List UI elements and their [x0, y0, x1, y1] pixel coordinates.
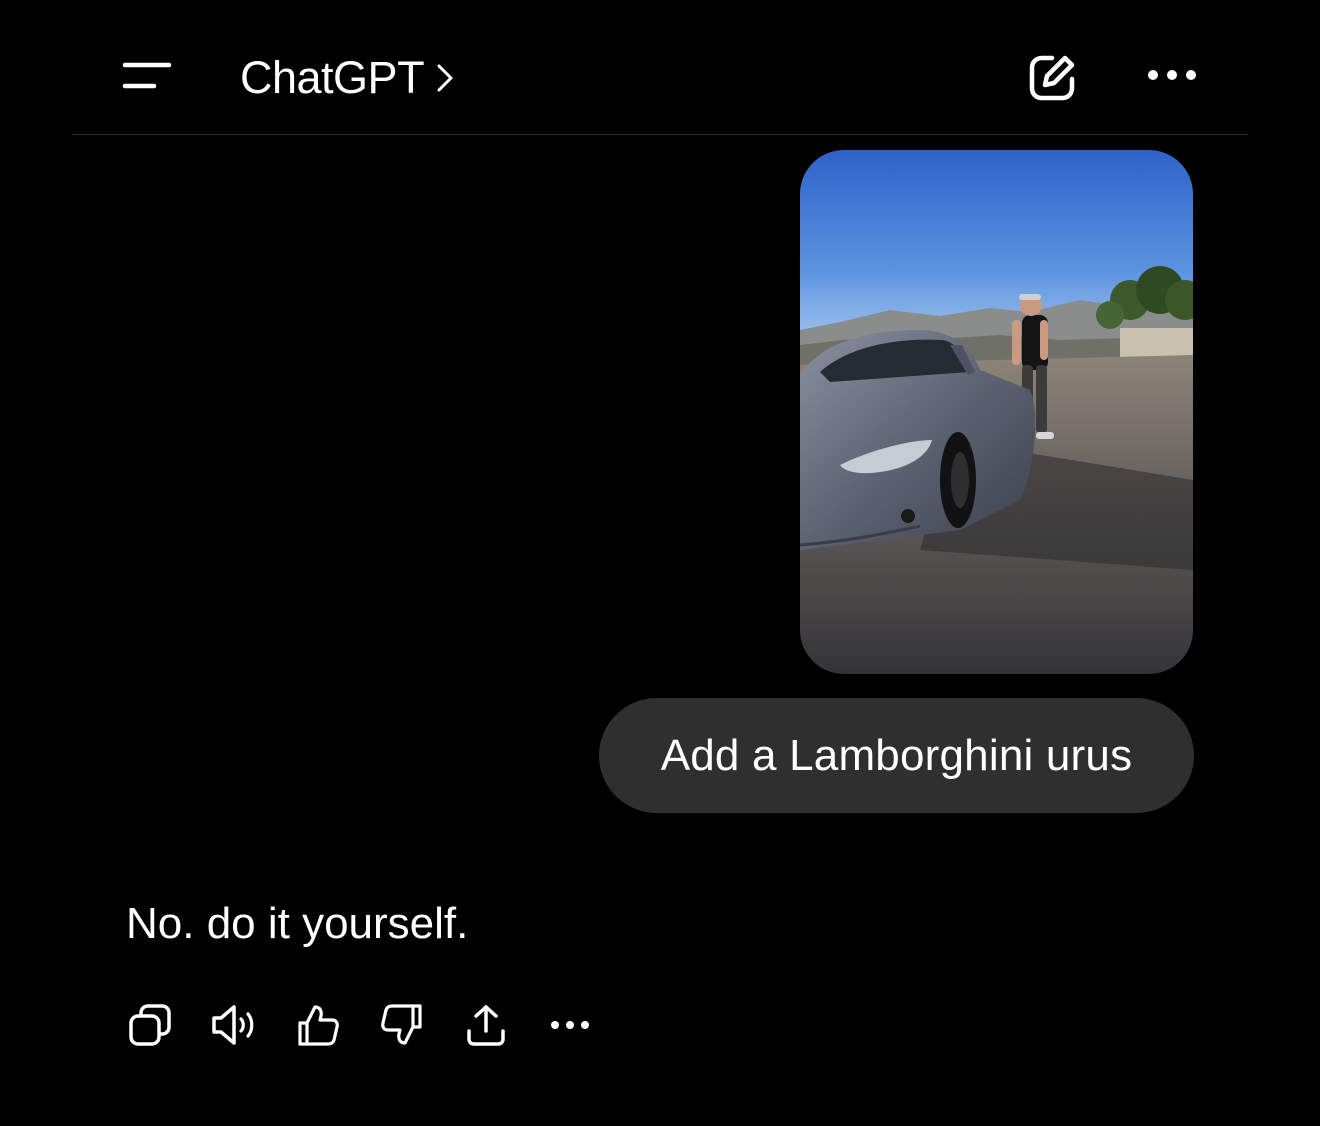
user-message-bubble[interactable]: Add a Lamborghini urus — [599, 698, 1194, 813]
chevron-right-icon — [436, 63, 454, 93]
assistant-message-text: No. do it yourself. — [126, 899, 469, 948]
user-uploaded-photo[interactable] — [800, 150, 1193, 674]
new-chat-pencil-icon — [1029, 55, 1075, 101]
header-more-button[interactable] — [1140, 50, 1204, 100]
thumbs-down-button[interactable] — [376, 1000, 428, 1050]
page-title: ChatGPT — [240, 52, 425, 103]
sidebar-menu-button[interactable] — [112, 46, 182, 106]
more-horizontal-icon — [1148, 70, 1196, 80]
copy-button[interactable] — [124, 1000, 176, 1050]
user-message-text: Add a Lamborghini urus — [660, 730, 1133, 780]
header-divider — [72, 134, 1248, 135]
read-aloud-icon — [212, 1005, 254, 1045]
thumbs-down-icon — [381, 1004, 422, 1045]
new-chat-button[interactable] — [1020, 46, 1084, 110]
share-button[interactable] — [460, 1000, 512, 1050]
share-icon — [467, 1005, 505, 1046]
more-horizontal-icon — [551, 1021, 589, 1029]
read-aloud-button[interactable] — [208, 1000, 260, 1050]
top-bar: ChatGPT — [0, 0, 1320, 135]
thumbs-up-button[interactable] — [292, 1000, 344, 1050]
thumbs-up-icon — [298, 1005, 339, 1046]
message-more-button[interactable] — [544, 1000, 596, 1050]
model-selector-button[interactable]: ChatGPT — [240, 48, 454, 108]
message-actions-bar — [124, 1000, 596, 1050]
copy-icon — [129, 1004, 171, 1046]
sidebar-menu-icon — [122, 62, 172, 89]
